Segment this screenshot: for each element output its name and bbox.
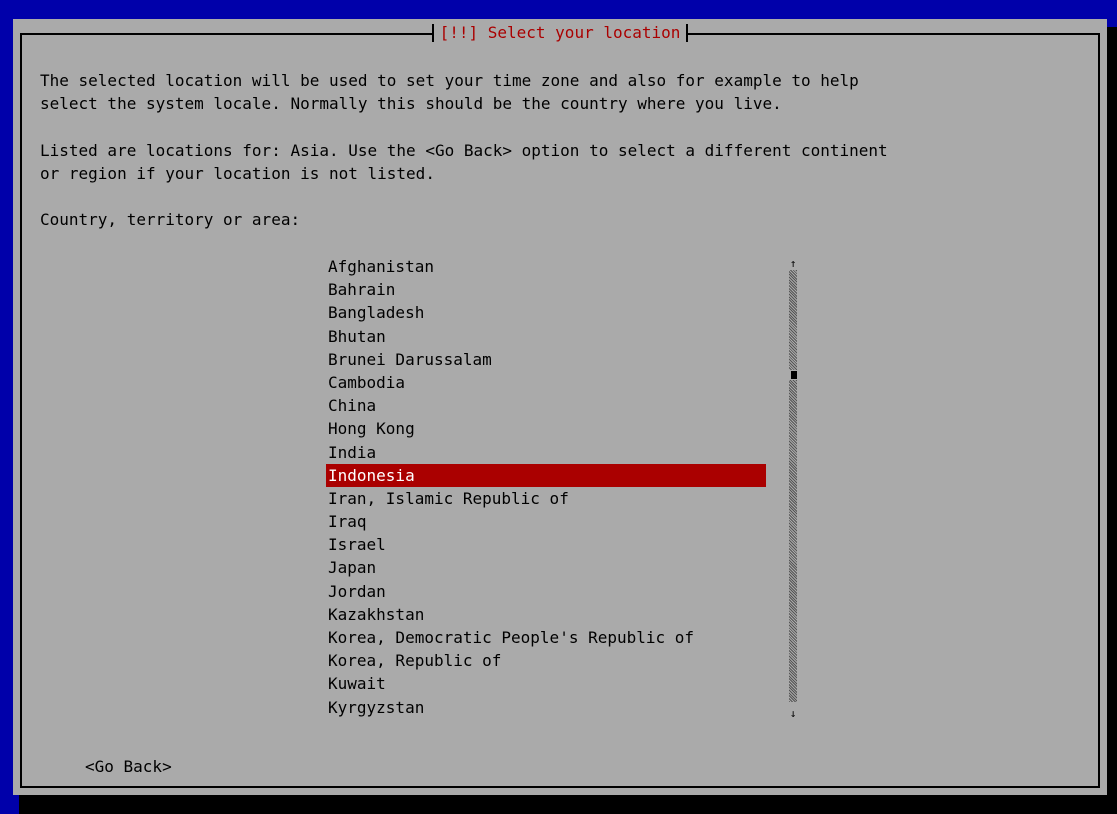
list-item[interactable]: Iran, Islamic Republic of <box>326 487 766 510</box>
country-prompt-label: Country, territory or area: <box>40 210 301 229</box>
list-item[interactable]: Jordan <box>326 580 766 603</box>
list-item[interactable]: Brunei Darussalam <box>326 348 766 371</box>
scrollbar-track[interactable] <box>789 270 799 702</box>
description-paragraph-1: The selected location will be used to se… <box>40 71 859 113</box>
description-paragraph-2: Listed are locations for: Asia. Use the … <box>40 141 888 183</box>
country-listbox[interactable]: Afghanistan Bahrain Bangladesh Bhutan Br… <box>326 255 766 719</box>
go-back-button[interactable]: <Go Back> <box>85 755 172 778</box>
list-item[interactable]: Korea, Democratic People's Republic of <box>326 626 766 649</box>
list-item[interactable]: India <box>326 441 766 464</box>
arrow-up-icon[interactable]: ↑ <box>788 258 798 270</box>
dialog-title-wrap: [!!] Select your location <box>13 21 1107 45</box>
list-item[interactable]: Hong Kong <box>326 417 766 440</box>
list-item[interactable]: Japan <box>326 556 766 579</box>
list-item-selected[interactable]: Indonesia <box>326 463 766 487</box>
list-item[interactable]: Afghanistan <box>326 255 766 278</box>
list-item[interactable]: China <box>326 394 766 417</box>
scrollbar-thumb[interactable] <box>789 370 799 380</box>
list-item[interactable]: Bahrain <box>326 278 766 301</box>
dialog-title: [!!] Select your location <box>431 21 689 45</box>
list-item[interactable]: Bangladesh <box>326 301 766 324</box>
installer-screen: [!!] Select your location The selected l… <box>0 0 1117 814</box>
list-item[interactable]: Kyrgyzstan <box>326 696 766 719</box>
dialog-shadow-right <box>1107 27 1117 814</box>
list-scrollbar[interactable]: ↑ ↓ <box>788 255 799 720</box>
list-item[interactable]: Bhutan <box>326 325 766 348</box>
location-dialog: [!!] Select your location The selected l… <box>13 19 1107 795</box>
list-item[interactable]: Kazakhstan <box>326 603 766 626</box>
arrow-down-icon[interactable]: ↓ <box>788 708 798 720</box>
list-item[interactable]: Israel <box>326 533 766 556</box>
list-item[interactable]: Cambodia <box>326 371 766 394</box>
list-item[interactable]: Korea, Republic of <box>326 649 766 672</box>
list-item[interactable]: Iraq <box>326 510 766 533</box>
list-item[interactable]: Kuwait <box>326 672 766 695</box>
